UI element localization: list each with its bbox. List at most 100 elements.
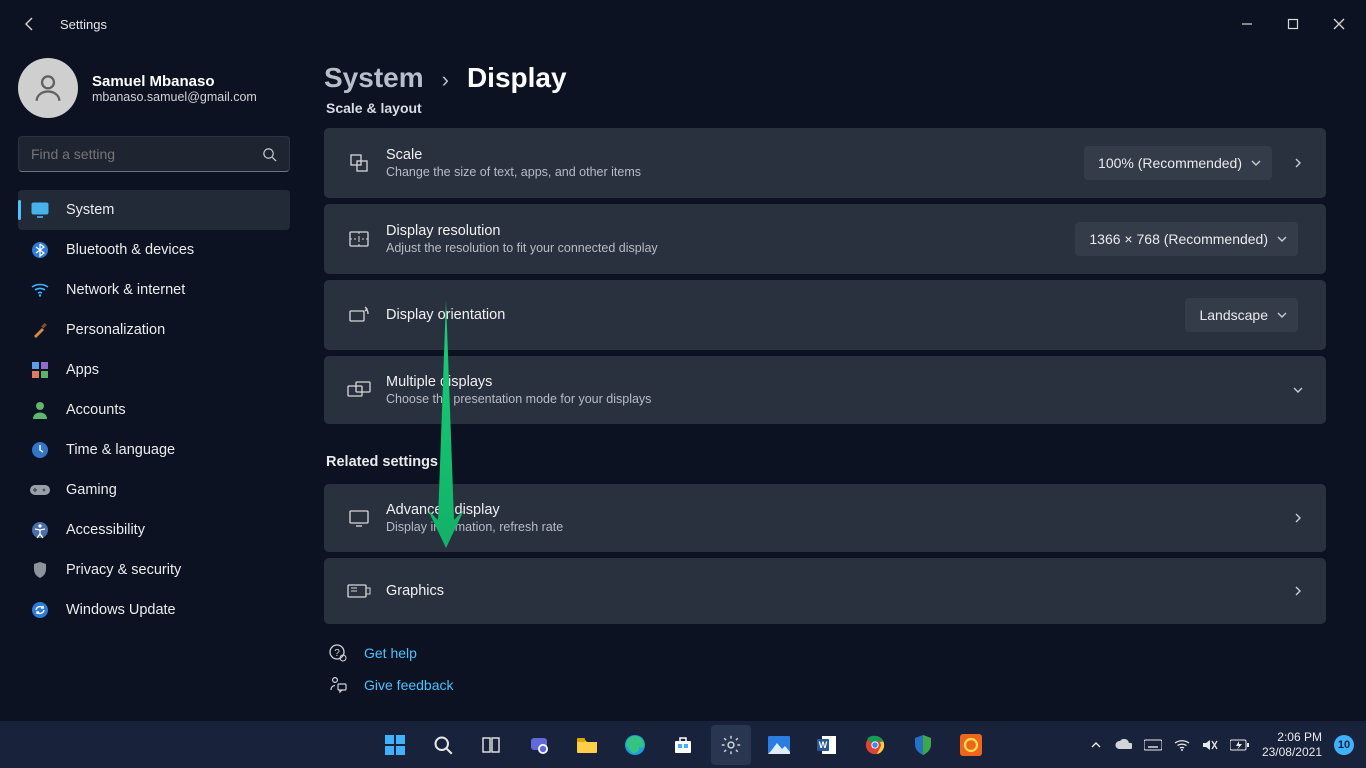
setting-title: Display resolution (386, 223, 1075, 239)
setting-desc: Choose the presentation mode for your di… (386, 392, 1278, 406)
clock-icon (30, 440, 50, 460)
user-profile[interactable]: Samuel Mbanaso mbanaso.samuel@gmail.com (18, 58, 290, 118)
sidebar-item-accessibility[interactable]: Accessibility (18, 510, 290, 550)
wifi-icon[interactable] (1174, 739, 1190, 751)
file-explorer-button[interactable] (567, 725, 607, 765)
setting-row-multiple[interactable]: Multiple displaysChoose the presentation… (324, 356, 1326, 424)
sidebar-item-label: Personalization (66, 322, 165, 338)
taskbar-search-button[interactable] (423, 725, 463, 765)
chevron-right-icon (1292, 512, 1304, 524)
task-view-button[interactable] (471, 725, 511, 765)
edge-button[interactable] (615, 725, 655, 765)
app-button[interactable] (951, 725, 991, 765)
sidebar-item-system[interactable]: System (18, 190, 290, 230)
window-title: Settings (60, 17, 107, 32)
chrome-button[interactable] (855, 725, 895, 765)
maximize-button[interactable] (1270, 8, 1316, 40)
setting-row-resolution[interactable]: Display resolutionAdjust the resolution … (324, 204, 1326, 274)
chevron-down-icon (1292, 384, 1304, 396)
give-feedback-link[interactable]: Give feedback (328, 676, 1326, 694)
sidebar-item-apps[interactable]: Apps (18, 350, 290, 390)
sidebar-item-label: Privacy & security (66, 562, 181, 578)
chevron-down-icon (1276, 233, 1288, 245)
sidebar-item-label: System (66, 202, 114, 218)
battery-icon[interactable] (1230, 739, 1250, 751)
sidebar-item-label: Network & internet (66, 282, 185, 298)
orientation-dropdown[interactable]: Landscape (1185, 298, 1298, 332)
sidebar-item-label: Accessibility (66, 522, 145, 538)
setting-title: Advanced display (386, 502, 1278, 518)
volume-icon[interactable] (1202, 738, 1218, 752)
sidebar-item-label: Bluetooth & devices (66, 242, 194, 258)
get-help-link[interactable]: ?Get help (328, 644, 1326, 662)
svg-text:?: ? (334, 648, 340, 659)
setting-row-orientation[interactable]: Display orientationLandscape (324, 280, 1326, 350)
orientation-icon (346, 302, 372, 328)
store-button[interactable] (663, 725, 703, 765)
multiple-icon (346, 377, 372, 403)
sidebar-item-label: Time & language (66, 442, 175, 458)
sidebar-item-network-internet[interactable]: Network & internet (18, 270, 290, 310)
setting-desc: Display information, refresh rate (386, 520, 1278, 534)
chat-button[interactable] (519, 725, 559, 765)
monitor-icon (30, 200, 50, 220)
security-button[interactable] (903, 725, 943, 765)
keyboard-icon[interactable] (1144, 739, 1162, 751)
person-icon (30, 400, 50, 420)
setting-desc: Change the size of text, apps, and other… (386, 165, 1084, 179)
section-related-title: Related settings (326, 454, 1326, 470)
photos-button[interactable] (759, 725, 799, 765)
bluetooth-icon (30, 240, 50, 260)
scale-dropdown[interactable]: 100% (Recommended) (1084, 146, 1272, 180)
accessibility-icon (30, 520, 50, 540)
sidebar-item-accounts[interactable]: Accounts (18, 390, 290, 430)
taskbar-time: 2:06 PM (1262, 730, 1322, 744)
user-email: mbanaso.samuel@gmail.com (92, 90, 257, 104)
link-icon (328, 676, 348, 694)
taskbar-clock[interactable]: 2:06 PM 23/08/2021 (1262, 730, 1322, 759)
chevron-right-icon: › (442, 67, 449, 93)
chevron-down-icon (1276, 309, 1288, 321)
breadcrumb: System › Display (324, 62, 1326, 94)
sidebar-item-windows-update[interactable]: Windows Update (18, 590, 290, 630)
sidebar-item-privacy-security[interactable]: Privacy & security (18, 550, 290, 590)
setting-row-scale[interactable]: Scale Change the size of text, apps, and … (324, 128, 1326, 198)
setting-title: Display orientation (386, 307, 1185, 323)
section-scale-layout-title: Scale & layout (326, 100, 1326, 116)
resolution-dropdown[interactable]: 1366 × 768 (Recommended) (1075, 222, 1298, 256)
sidebar-item-gaming[interactable]: Gaming (18, 470, 290, 510)
scale-icon (346, 150, 372, 176)
wifi-icon (30, 280, 50, 300)
search-input[interactable] (18, 136, 290, 172)
sidebar-item-label: Accounts (66, 402, 126, 418)
sidebar-item-label: Windows Update (66, 602, 176, 618)
brush-icon (30, 320, 50, 340)
setting-row-advanced[interactable]: Advanced display Display information, ref… (324, 484, 1326, 552)
settings-app-button[interactable] (711, 725, 751, 765)
notification-badge[interactable]: 10 (1334, 735, 1354, 755)
shield-icon (30, 560, 50, 580)
sidebar-item-time-language[interactable]: Time & language (18, 430, 290, 470)
setting-title: Scale (386, 147, 1084, 163)
sidebar-item-personalization[interactable]: Personalization (18, 310, 290, 350)
chevron-down-icon (1250, 157, 1262, 169)
taskbar-date: 23/08/2021 (1262, 745, 1322, 759)
gamepad-icon (30, 480, 50, 500)
word-button[interactable]: W (807, 725, 847, 765)
sidebar-item-bluetooth-devices[interactable]: Bluetooth & devices (18, 230, 290, 270)
search-icon (262, 147, 277, 162)
graphics-icon (346, 578, 372, 604)
breadcrumb-leaf: Display (467, 62, 567, 94)
onedrive-icon[interactable] (1114, 739, 1132, 751)
close-button[interactable] (1316, 8, 1362, 40)
setting-title: Graphics (386, 583, 1278, 599)
systray-overflow-icon[interactable] (1090, 739, 1102, 751)
breadcrumb-root[interactable]: System (324, 62, 424, 94)
apps-icon (30, 360, 50, 380)
search-field[interactable] (31, 146, 262, 162)
svg-text:W: W (819, 740, 828, 750)
setting-row-graphics[interactable]: Graphics (324, 558, 1326, 624)
start-button[interactable] (375, 725, 415, 765)
minimize-button[interactable] (1224, 8, 1270, 40)
back-button[interactable] (14, 8, 46, 40)
